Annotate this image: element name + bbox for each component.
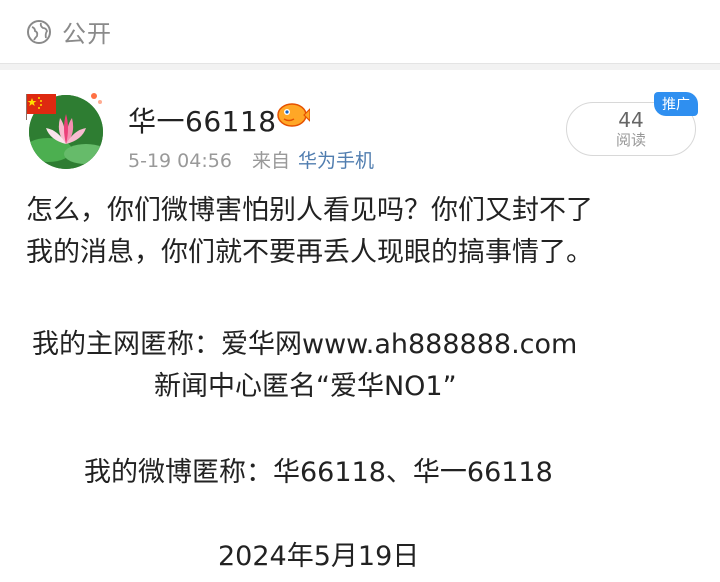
globe-icon [27,19,51,44]
post-paragraph: 我的微博匿称：华66118、华一66118 [84,457,553,488]
post-meta: 5-19 04:56 来自 华为手机 [128,146,374,173]
avatar[interactable] [26,90,106,170]
author-name[interactable]: 华一66118 [128,100,277,140]
post-paragraph: 新闻中心匿名“爱华NO1” [154,371,457,402]
post-paragraph: 我的消息，你们就不要再丢人现眼的搞事情了。 [26,237,593,268]
read-label: 阅读 [615,131,646,149]
source-prefix: 来自 [251,150,290,172]
promote-badge[interactable]: 推广 [654,92,698,116]
read-count: 44 [618,108,644,132]
post-paragraph: 怎么，你们微博害怕别人看见吗？你们又封不了 [26,195,593,226]
post-timestamp: 5-19 04:56 [128,150,232,172]
vip-fish-icon [277,103,310,127]
post-header: 华一66118 5-19 04:56 来自 华为手机 44 阅读 推广 [0,70,720,180]
source-device-link[interactable]: 华为手机 [298,150,374,172]
post-paragraph: 我的主网匿称：爱华网www.ah888888.com [32,329,578,360]
visibility-bar: 公开 [0,0,720,64]
post-paragraph: 2024年5月19日 [218,541,420,572]
visibility-label: 公开 [62,20,112,48]
